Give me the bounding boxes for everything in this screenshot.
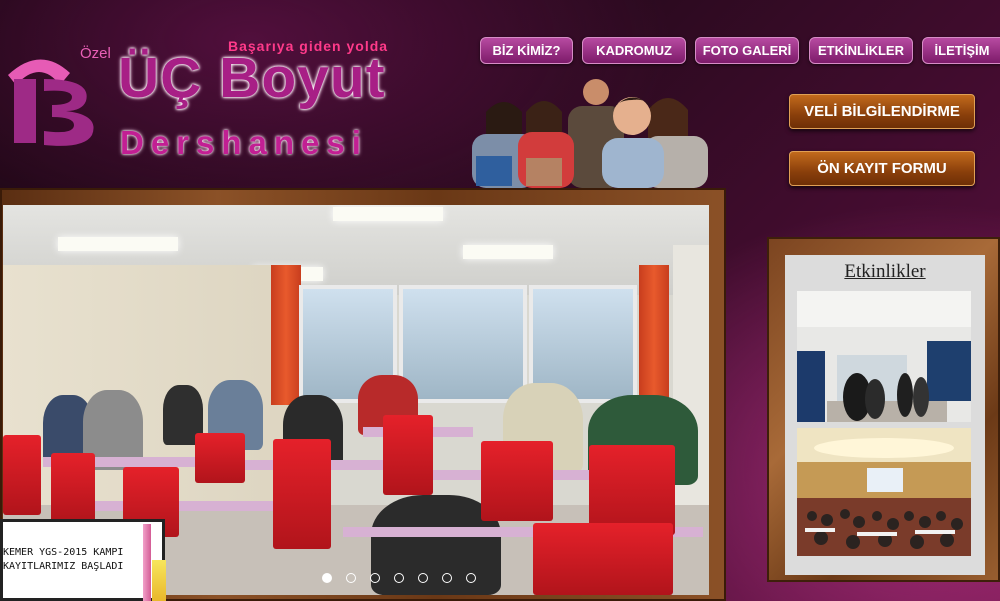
slider-dot-1[interactable]: [322, 573, 332, 583]
event-photo-2[interactable]: [797, 428, 971, 556]
slider-dot-5[interactable]: [418, 573, 428, 583]
slider-pagination: [322, 572, 482, 586]
caption-line-2: KAYITLARIMIZ BAŞLADI: [3, 561, 124, 572]
caption-line-1: KEMER YGS-2015 KAMPI: [3, 547, 124, 558]
nav-kadromuz[interactable]: KADROMUZ: [582, 37, 686, 64]
nav-foto-galeri[interactable]: FOTO GALERİ: [695, 37, 799, 64]
nav-etkinlikler[interactable]: ETKİNLİKLER: [809, 37, 913, 64]
events-title[interactable]: Etkinlikler: [785, 261, 985, 283]
pencil-decoration: [143, 524, 151, 601]
logo-title[interactable]: ÜÇ Boyut: [118, 50, 386, 107]
marker-decoration: [152, 560, 166, 601]
logo-subtitle: Dershanesi: [120, 124, 368, 161]
slider-dot-4[interactable]: [394, 573, 404, 583]
slider-caption[interactable]: KEMER YGS-2015 KAMPI KAYITLARIMIZ BAŞLAD…: [0, 519, 165, 601]
students-photo: [456, 72, 716, 188]
slider-dot-6[interactable]: [442, 573, 452, 583]
nav-biz-kimiz[interactable]: BİZ KİMİZ?: [480, 37, 573, 64]
on-kayit-formu-button[interactable]: ÖN KAYIT FORMU: [789, 151, 975, 186]
veli-bilgilendirme-button[interactable]: VELİ BİLGİLENDİRME: [789, 94, 975, 129]
slider-dot-3[interactable]: [370, 573, 380, 583]
slider-dot-7[interactable]: [466, 573, 476, 583]
logo-prefix: Özel: [80, 45, 111, 62]
slider-dot-2[interactable]: [346, 573, 356, 583]
event-photo-1[interactable]: [797, 291, 971, 422]
nav-iletisim[interactable]: İLETİŞİM: [922, 37, 1000, 64]
